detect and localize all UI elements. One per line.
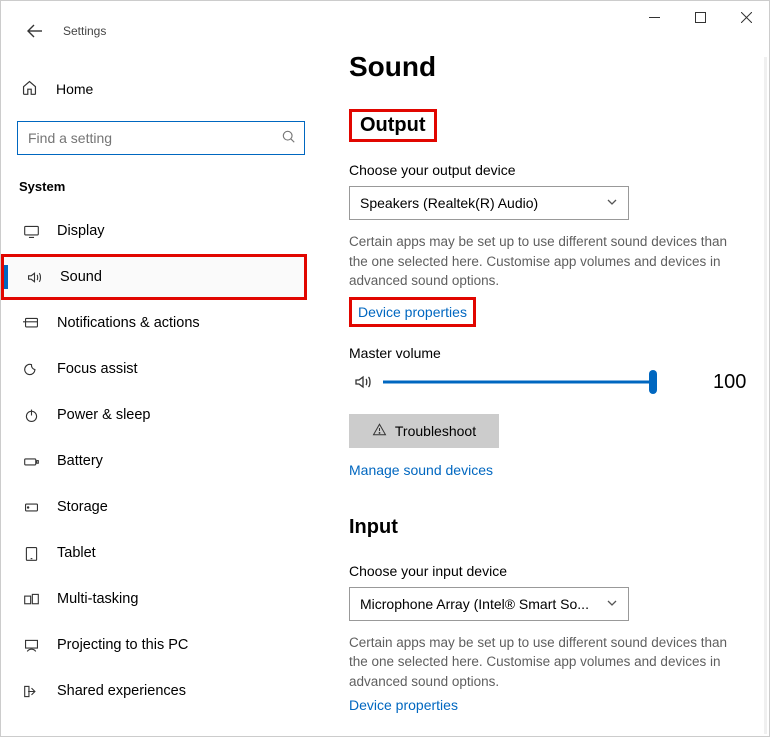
output-device-select[interactable]: Speakers (Realtek(R) Audio)	[349, 186, 629, 220]
volume-icon[interactable]	[349, 372, 377, 392]
nav-storage[interactable]: Storage	[17, 484, 305, 530]
warning-icon	[372, 422, 387, 440]
scrollbar[interactable]	[764, 57, 767, 734]
chevron-down-icon	[606, 596, 618, 612]
display-icon	[21, 223, 41, 240]
home-label: Home	[56, 81, 93, 97]
output-heading: Output	[349, 109, 437, 142]
storage-icon	[21, 499, 41, 516]
nav-label: Tablet	[57, 545, 96, 561]
nav-label: Focus assist	[57, 361, 138, 377]
master-volume-label: Master volume	[349, 345, 749, 361]
nav-sound[interactable]: Sound	[1, 254, 307, 300]
output-helper-text: Certain apps may be set up to use differ…	[349, 232, 749, 291]
notifications-icon	[21, 315, 41, 332]
input-device-properties-link[interactable]: Device properties	[349, 697, 458, 713]
nav-shared-experiences[interactable]: Shared experiences	[17, 668, 305, 714]
sidebar-nav: Display Sound Notifications & actions	[17, 208, 305, 714]
home-nav[interactable]: Home	[17, 71, 305, 107]
nav-tablet[interactable]: Tablet	[17, 530, 305, 576]
input-section: Input Choose your input device Microphon…	[349, 506, 749, 714]
nav-projecting[interactable]: Projecting to this PC	[17, 622, 305, 668]
nav-label: Projecting to this PC	[57, 637, 188, 653]
projecting-icon	[21, 637, 41, 654]
back-button[interactable]	[17, 13, 53, 49]
shared-experiences-icon	[21, 683, 41, 700]
output-device-properties-link[interactable]: Device properties	[349, 297, 476, 327]
input-device-select[interactable]: Microphone Array (Intel® Smart So...	[349, 587, 629, 621]
content-area: Sound Output Choose your output device S…	[321, 1, 769, 736]
output-section: Output Choose your output device Speaker…	[349, 101, 749, 478]
output-device-label: Choose your output device	[349, 162, 749, 178]
input-helper-text: Certain apps may be set up to use differ…	[349, 633, 749, 692]
nav-label: Battery	[57, 453, 103, 469]
input-device-value: Microphone Array (Intel® Smart So...	[360, 596, 589, 612]
search-input[interactable]	[26, 129, 282, 147]
nav-label: Multi-tasking	[57, 591, 138, 607]
chevron-down-icon	[606, 195, 618, 211]
app-title: Settings	[63, 24, 106, 38]
nav-notifications[interactable]: Notifications & actions	[17, 300, 305, 346]
page-title: Sound	[349, 51, 749, 83]
input-device-label: Choose your input device	[349, 563, 749, 579]
master-volume-value: 100	[713, 371, 746, 394]
battery-icon	[21, 453, 41, 470]
master-volume-row: 100	[349, 371, 749, 394]
nav-focus-assist[interactable]: Focus assist	[17, 346, 305, 392]
tablet-icon	[21, 545, 41, 562]
search-box[interactable]	[17, 121, 305, 155]
multitasking-icon	[21, 591, 41, 608]
nav-label: Storage	[57, 499, 108, 515]
focus-assist-icon	[21, 361, 41, 378]
nav-label: Notifications & actions	[57, 315, 200, 331]
nav-label: Shared experiences	[57, 683, 186, 699]
nav-label: Sound	[60, 269, 102, 285]
nav-display[interactable]: Display	[17, 208, 305, 254]
troubleshoot-label: Troubleshoot	[395, 423, 476, 439]
nav-multitasking[interactable]: Multi-tasking	[17, 576, 305, 622]
slider-track	[383, 381, 653, 384]
sidebar: Settings Home System	[1, 1, 321, 736]
output-device-value: Speakers (Realtek(R) Audio)	[360, 195, 538, 211]
sidebar-category: System	[19, 179, 305, 194]
home-icon	[21, 79, 38, 99]
nav-power-sleep[interactable]: Power & sleep	[17, 392, 305, 438]
manage-sound-devices-link[interactable]: Manage sound devices	[349, 462, 493, 478]
input-heading: Input	[349, 514, 402, 543]
slider-thumb[interactable]	[649, 370, 657, 394]
nav-label: Power & sleep	[57, 407, 151, 423]
sound-icon	[24, 269, 44, 286]
troubleshoot-button[interactable]: Troubleshoot	[349, 414, 499, 448]
master-volume-slider[interactable]	[383, 372, 653, 392]
nav-battery[interactable]: Battery	[17, 438, 305, 484]
search-icon	[282, 130, 296, 147]
titlebar-left: Settings	[17, 13, 305, 49]
nav-label: Display	[57, 223, 105, 239]
settings-window: Settings Home System	[0, 0, 770, 737]
power-icon	[21, 407, 41, 424]
